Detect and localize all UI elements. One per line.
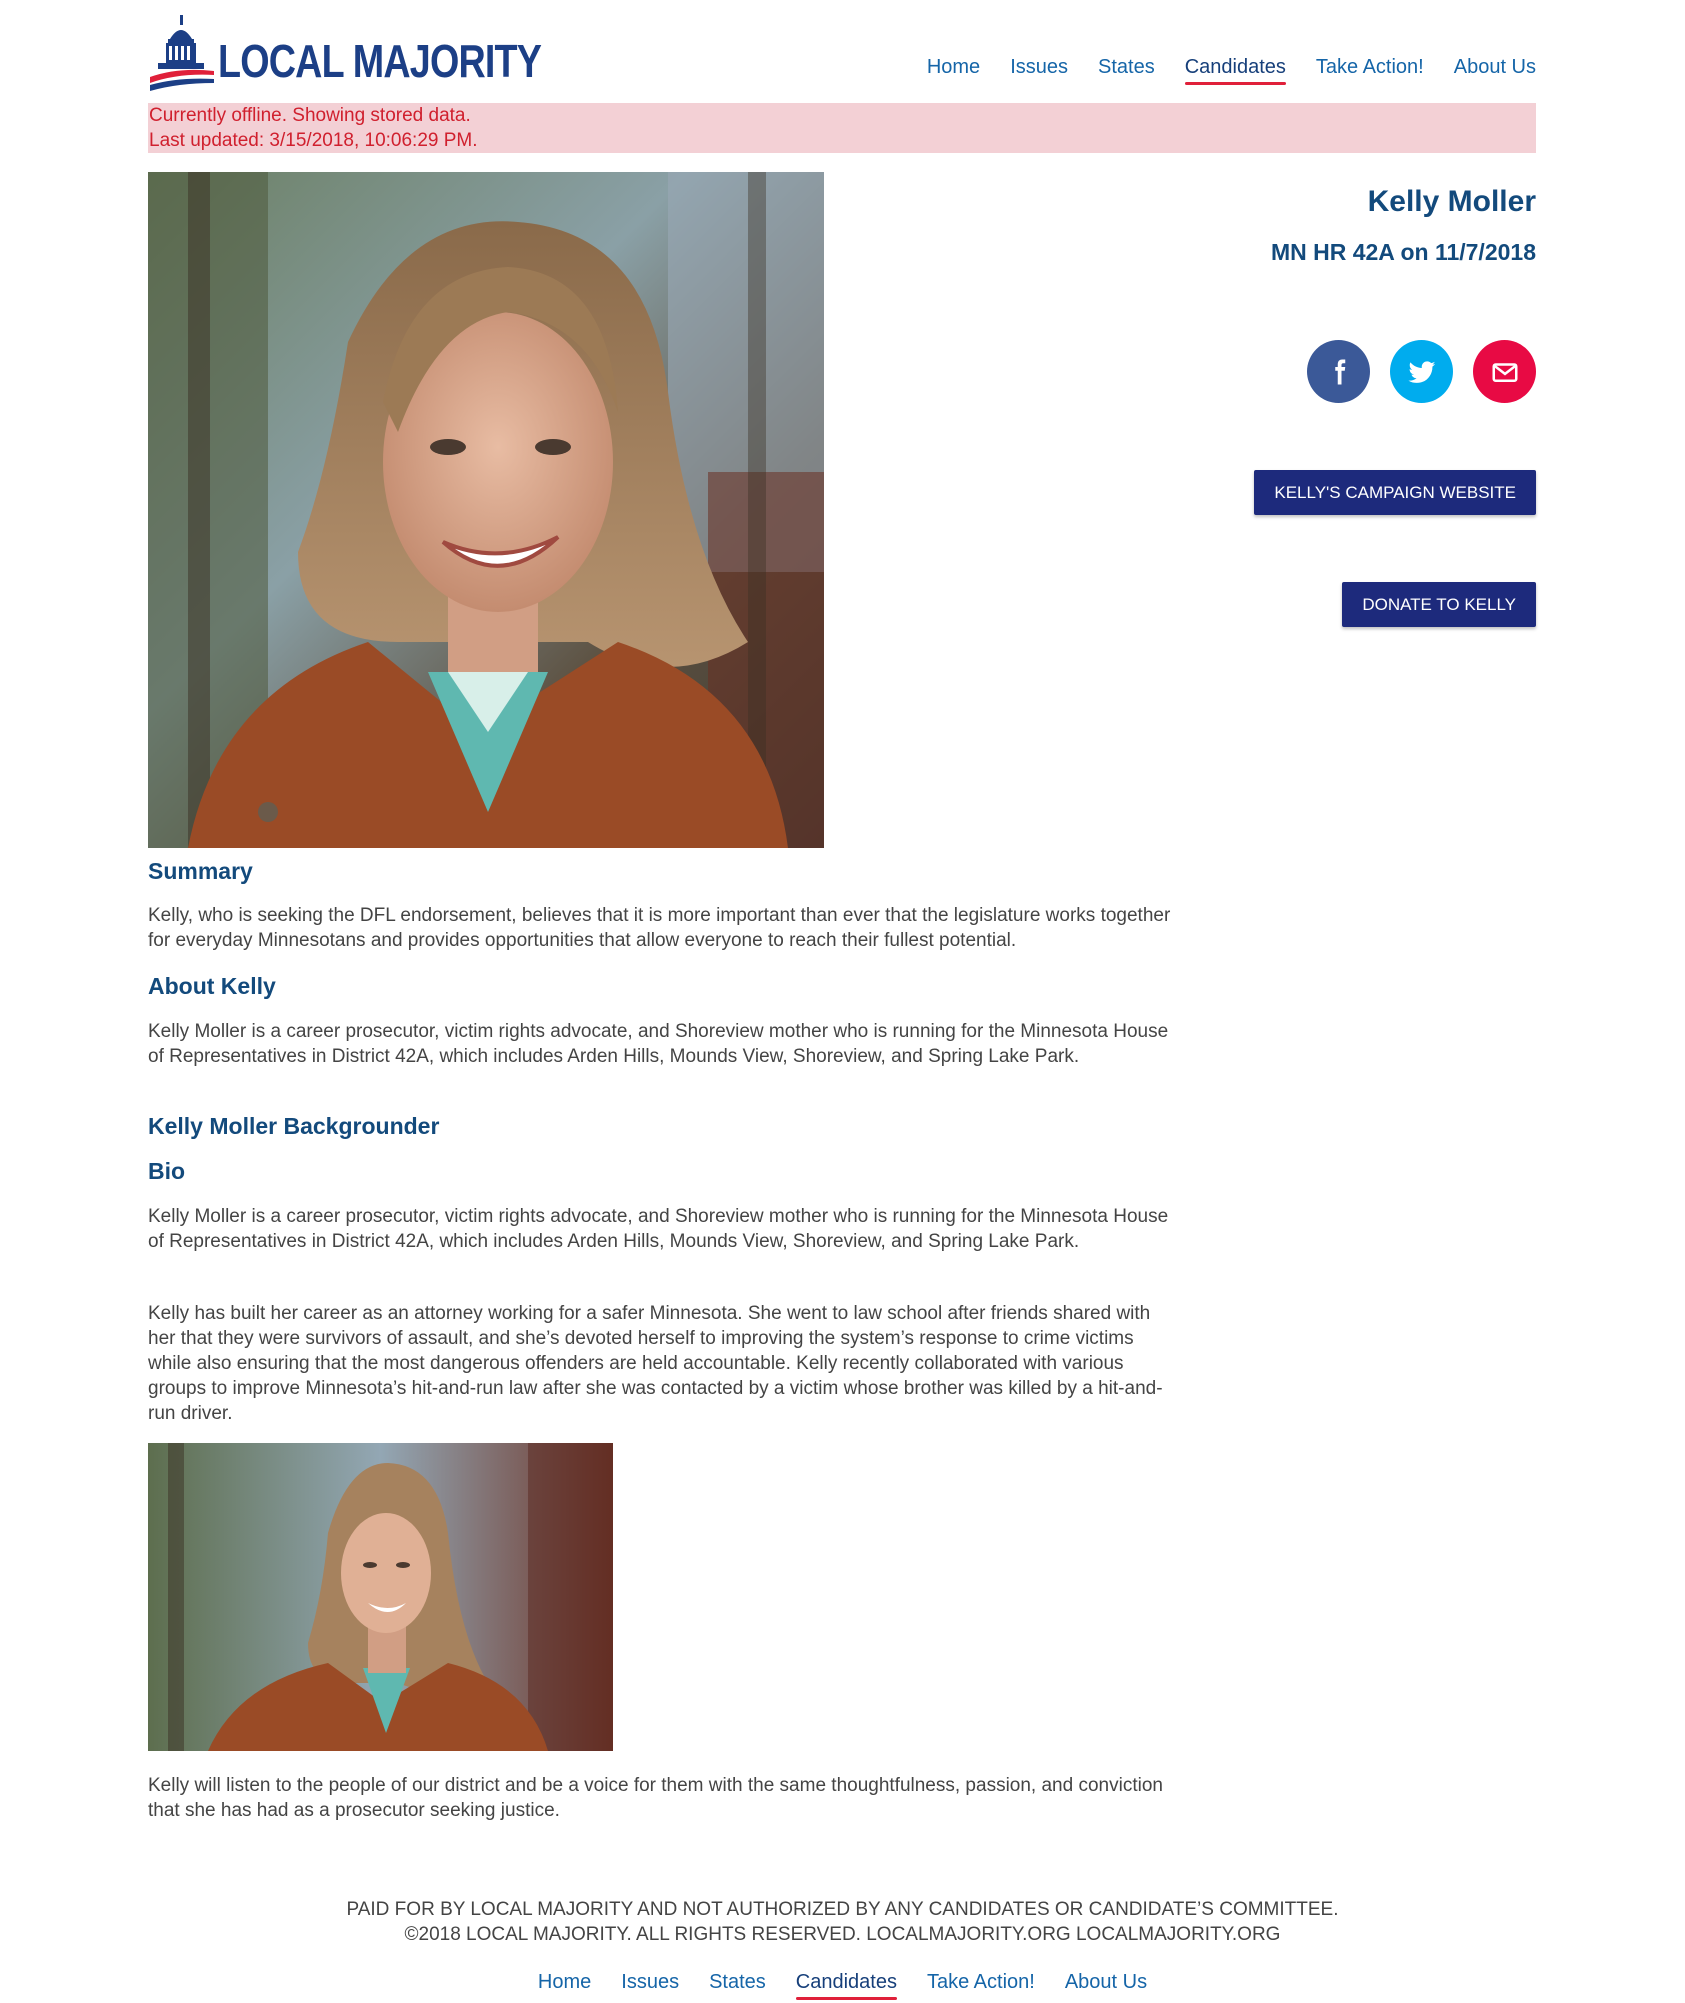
- donate-button[interactable]: DONATE TO KELLY: [1342, 582, 1536, 627]
- site-header: LOCAL MAJORITY Home Issues States Candid…: [148, 8, 1536, 103]
- site-footer: PAID FOR BY LOCAL MAJORITY AND NOT AUTHO…: [0, 1897, 1685, 2000]
- summary-heading: Summary: [148, 858, 253, 884]
- footer-nav: Home Issues States Candidates Take Actio…: [0, 1971, 1685, 2000]
- candidate-photo: [148, 172, 824, 848]
- candidate-name: Kelly Moller: [1367, 185, 1536, 218]
- candidate-race: MN HR 42A on 11/7/2018: [1270, 239, 1536, 265]
- nav-take-action[interactable]: Take Action!: [1316, 56, 1424, 85]
- facebook-share-button[interactable]: [1307, 340, 1370, 403]
- bio-heading: Bio: [148, 1158, 186, 1184]
- nav-home[interactable]: Home: [927, 56, 980, 85]
- nav-about-us[interactable]: About Us: [1454, 56, 1536, 85]
- footer-nav-issues[interactable]: Issues: [621, 1971, 679, 2000]
- campaign-website-button[interactable]: KELLY'S CAMPAIGN WEBSITE: [1254, 470, 1536, 515]
- footer-nav-home[interactable]: Home: [538, 1971, 591, 2000]
- footer-nav-about-us[interactable]: About Us: [1065, 1971, 1147, 2000]
- twitter-icon: [1407, 360, 1435, 383]
- footer-nav-candidates[interactable]: Candidates: [795, 1971, 898, 2000]
- footer-nav-take-action[interactable]: Take Action!: [927, 1971, 1035, 2000]
- nav-candidates[interactable]: Candidates: [1184, 56, 1287, 85]
- social-links: [1307, 340, 1536, 403]
- candidate-bio-photo: [148, 1443, 613, 1751]
- last-updated: Last updated: 3/15/2018, 10:06:29 PM.: [149, 130, 478, 151]
- logo-text: LOCAL MAJORITY: [218, 35, 542, 87]
- candidate-header: Kelly Moller MN HR 42A on 11/7/2018: [1136, 185, 1536, 266]
- bio-paragraph: Kelly will listen to the people of our d…: [148, 1775, 1163, 1821]
- footer-disclaimer: PAID FOR BY LOCAL MAJORITY AND NOT AUTHO…: [346, 1899, 1339, 1920]
- footer-copyright: ©2018 LOCAL MAJORITY. ALL RIGHTS RESERVE…: [404, 1924, 1281, 1945]
- bio-paragraph: Kelly has built her career as an attorne…: [148, 1303, 1163, 1424]
- main-nav: Home Issues States Candidates Take Actio…: [927, 56, 1536, 85]
- facebook-icon: [1334, 359, 1345, 384]
- offline-message: Currently offline. Showing stored data.: [149, 105, 471, 126]
- site-logo[interactable]: LOCAL MAJORITY: [148, 8, 542, 93]
- bio-paragraph: Kelly Moller is a career prosecutor, vic…: [148, 1206, 1169, 1252]
- email-share-button[interactable]: [1473, 340, 1536, 403]
- summary-text: Kelly, who is seeking the DFL endorsemen…: [148, 905, 1171, 951]
- about-text: Kelly Moller is a career prosecutor, vic…: [148, 1021, 1169, 1067]
- email-icon: [1492, 362, 1517, 382]
- twitter-share-button[interactable]: [1390, 340, 1453, 403]
- about-heading: About Kelly: [148, 973, 276, 999]
- nav-states[interactable]: States: [1098, 56, 1155, 85]
- offline-banner: Currently offline. Showing stored data. …: [148, 103, 1536, 153]
- footer-nav-states[interactable]: States: [709, 1971, 766, 2000]
- nav-issues[interactable]: Issues: [1010, 56, 1068, 85]
- capitol-dome-icon: [150, 15, 214, 91]
- backgrounder-heading: Kelly Moller Backgrounder: [148, 1113, 440, 1139]
